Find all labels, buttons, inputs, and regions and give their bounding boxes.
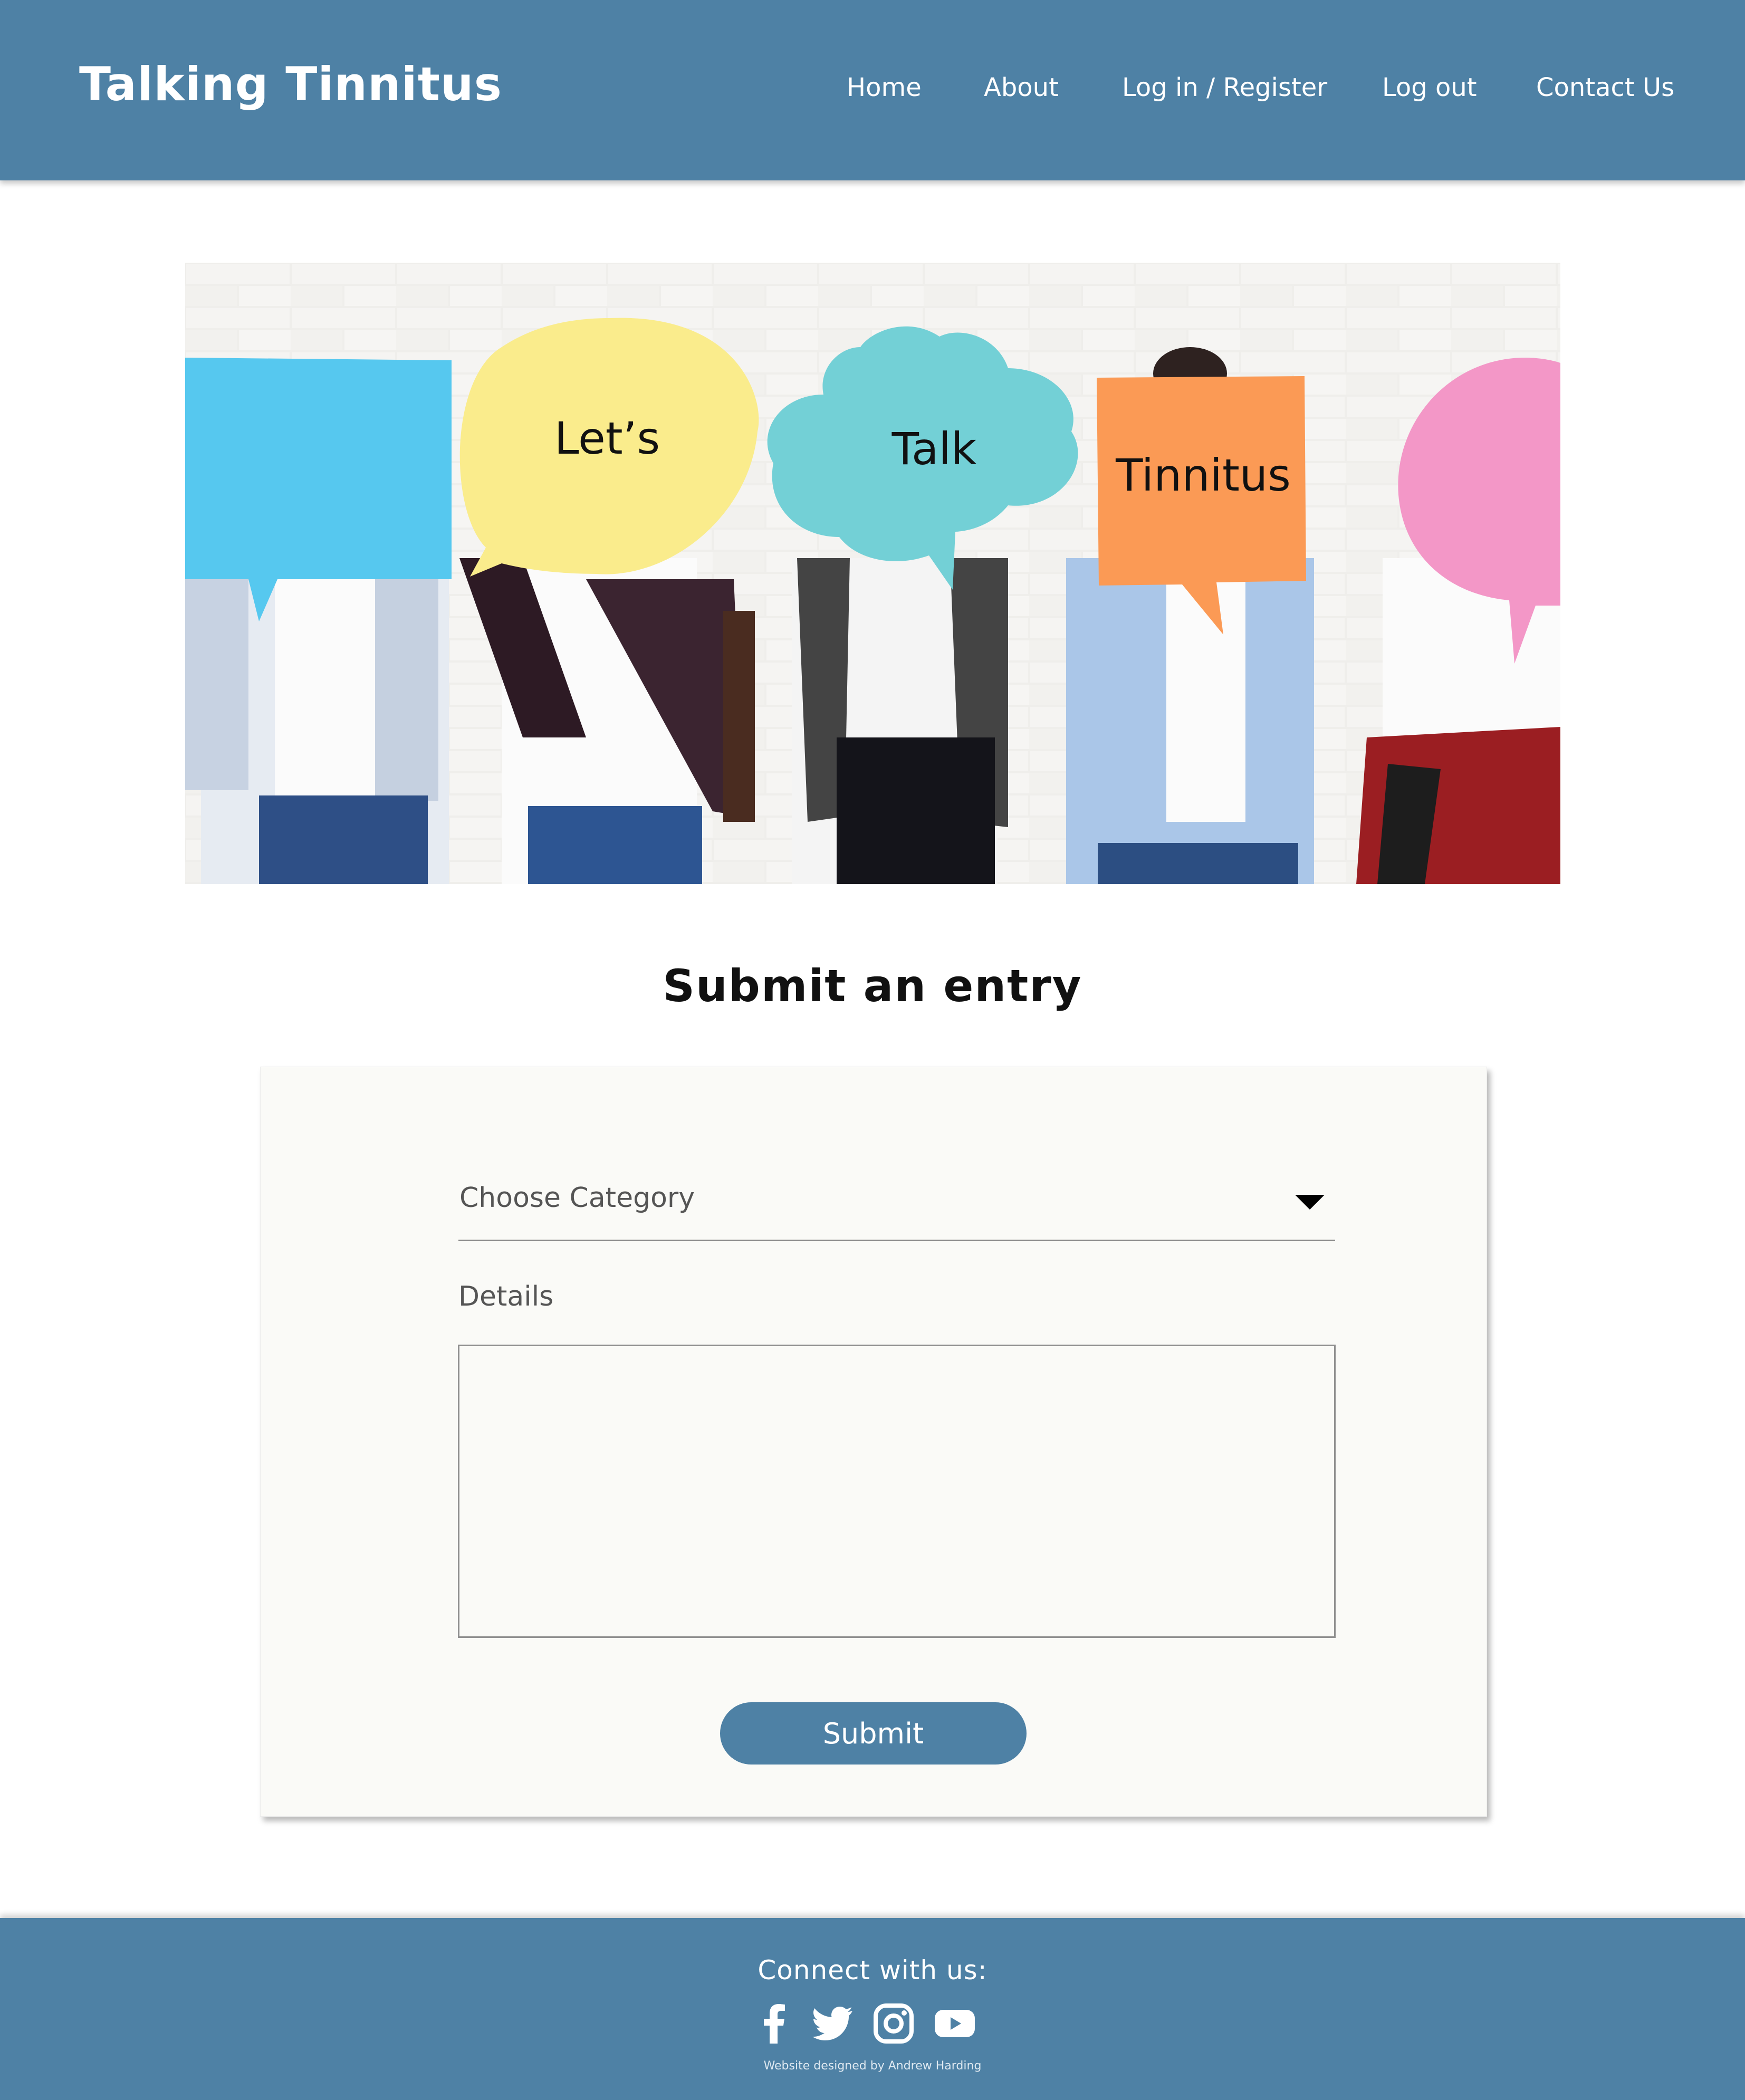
instagram-icon[interactable] (872, 2002, 915, 2045)
nav-login-register[interactable]: Log in / Register (1122, 73, 1327, 102)
chevron-down-icon[interactable] (1295, 1195, 1325, 1210)
site-footer: Connect with us: Website designed by And… (0, 1918, 1745, 2100)
nav-about[interactable]: About (984, 73, 1059, 102)
twitter-icon[interactable] (812, 2002, 855, 2045)
connect-label: Connect with us: (758, 1955, 987, 1986)
social-links (0, 2002, 1745, 2045)
page-title: Submit an entry (663, 960, 1082, 1012)
site-logo[interactable]: Talking Tinnitus (79, 57, 502, 111)
nav-logout[interactable]: Log out (1382, 73, 1477, 102)
nav-contact-us[interactable]: Contact Us (1536, 73, 1674, 102)
nav-home[interactable]: Home (847, 73, 922, 102)
hero-image: Let’s Talk Tinnitus (185, 263, 1560, 884)
details-textarea[interactable] (458, 1345, 1336, 1638)
site-header: Talking Tinnitus Home About Log in / Reg… (0, 0, 1745, 180)
entry-form-card: Choose Category Details Submit (260, 1067, 1487, 1817)
facebook-icon[interactable] (753, 2002, 795, 2045)
category-select-placeholder: Choose Category (459, 1182, 695, 1214)
details-label: Details (458, 1281, 554, 1312)
youtube-icon[interactable] (934, 2002, 976, 2045)
footer-credit: Website designed by Andrew Harding (763, 2059, 982, 2073)
bubble-text-tinnitus: Tinnitus (1115, 449, 1291, 501)
person-1 (185, 558, 449, 884)
hero-illustration: Let’s Talk Tinnitus (185, 263, 1560, 884)
category-select[interactable]: Choose Category (458, 1146, 1335, 1241)
bubble-text-talk: Talk (891, 423, 977, 475)
bubble-text-lets: Let’s (554, 413, 660, 464)
submit-button[interactable]: Submit (720, 1702, 1027, 1765)
person-3 (792, 558, 1008, 884)
